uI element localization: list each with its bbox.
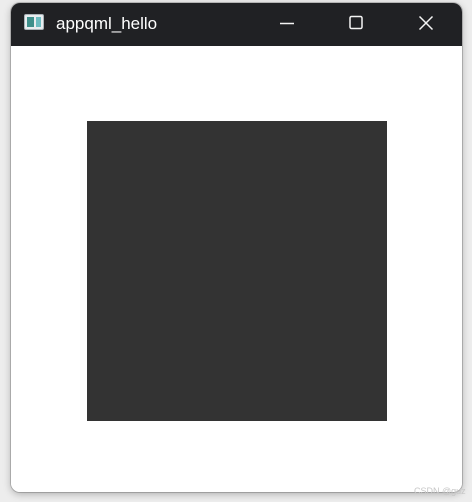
- maximize-button[interactable]: [327, 3, 385, 46]
- dark-rectangle: [87, 121, 387, 421]
- close-button[interactable]: [397, 3, 455, 46]
- title-bar[interactable]: appqml_hello: [11, 3, 462, 46]
- maximize-icon: [349, 15, 363, 30]
- app-icon-right-pane: [36, 17, 41, 27]
- minimize-icon: [280, 22, 294, 25]
- close-icon: [418, 15, 434, 31]
- watermark-text: CSDN @guz: [414, 486, 466, 496]
- window-title: appqml_hello: [56, 14, 158, 33]
- window-content: [11, 46, 462, 492]
- app-icon-left-pane: [27, 17, 34, 27]
- app-icon: [24, 14, 44, 30]
- minimize-button[interactable]: [258, 3, 316, 46]
- app-window: appqml_hello: [11, 3, 462, 492]
